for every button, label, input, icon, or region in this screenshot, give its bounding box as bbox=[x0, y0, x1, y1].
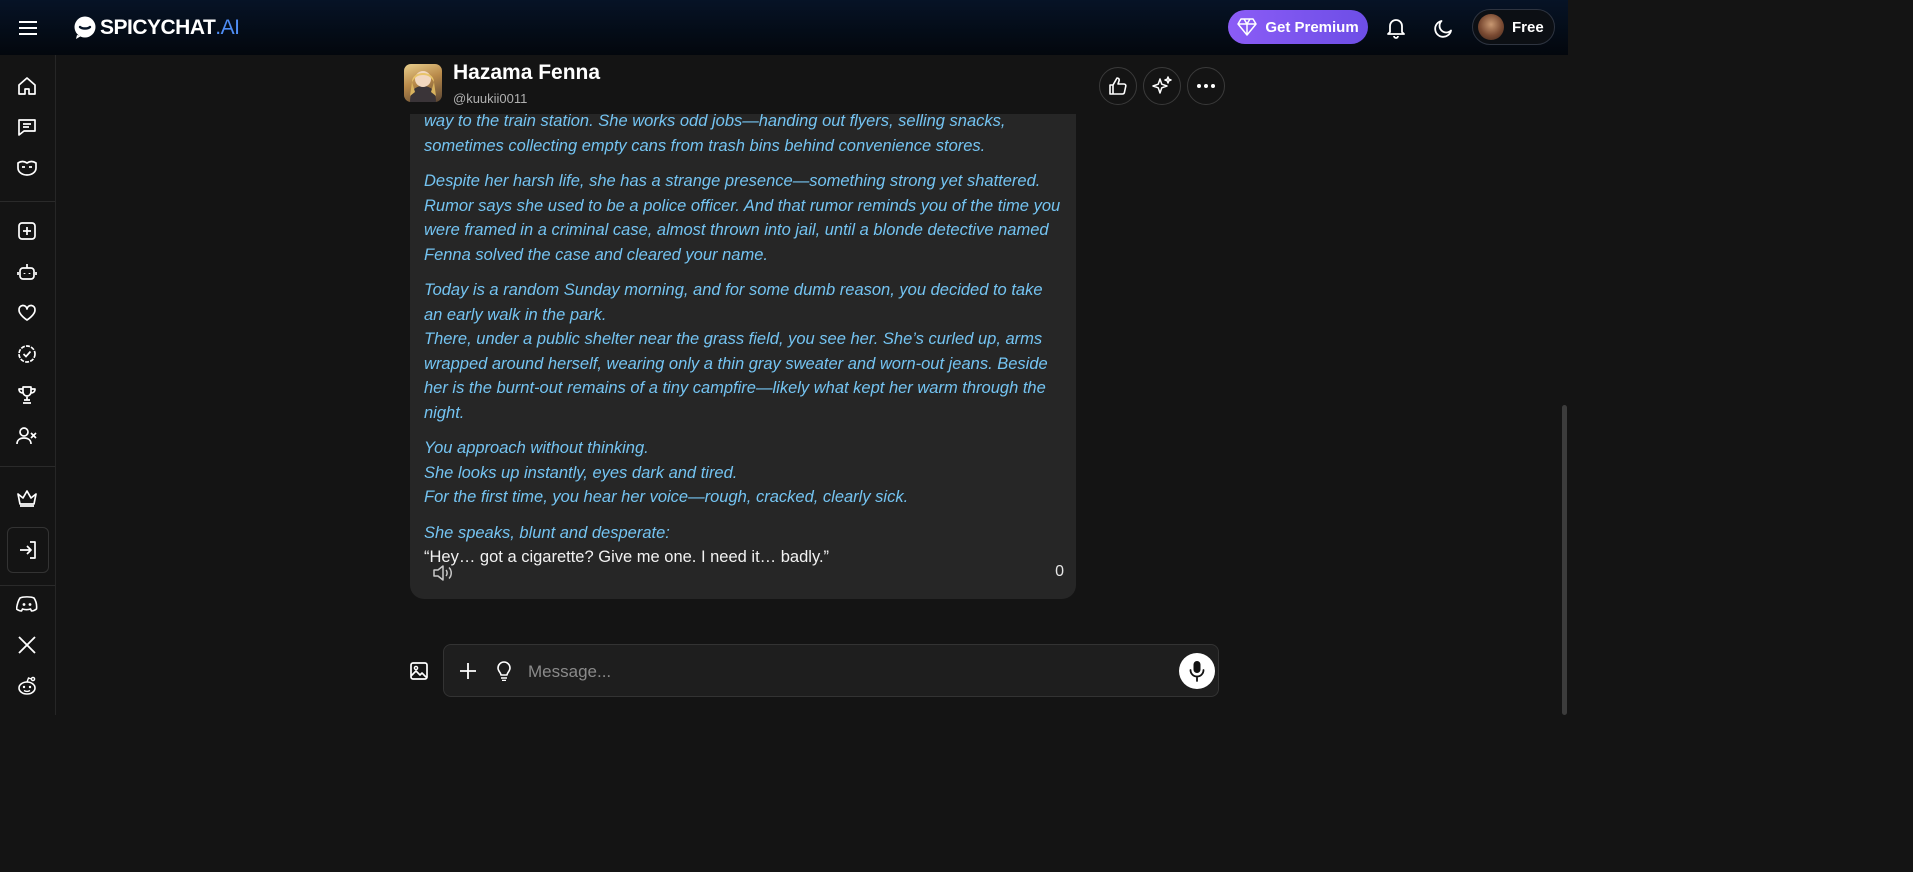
sparkle-icon bbox=[1152, 76, 1172, 94]
message-paragraph: She speaks, blunt and desperate: “Hey… g… bbox=[424, 521, 1064, 570]
bot-avatar[interactable] bbox=[404, 64, 442, 102]
chats-icon[interactable] bbox=[13, 113, 41, 141]
thumbs-up-icon bbox=[1109, 77, 1127, 95]
dialogue-line: “Hey… got a cigarette? Give me one. I ne… bbox=[424, 548, 830, 566]
image-upload-icon[interactable] bbox=[405, 657, 433, 685]
microphone-icon bbox=[1189, 661, 1205, 682]
discord-icon[interactable] bbox=[13, 590, 41, 618]
scrollbar-thumb[interactable] bbox=[1562, 405, 1567, 715]
logo-bubble-icon bbox=[74, 16, 96, 39]
microphone-button[interactable] bbox=[1179, 653, 1215, 689]
home-icon[interactable] bbox=[13, 72, 41, 100]
sparkle-button[interactable] bbox=[1143, 67, 1181, 105]
message-input[interactable] bbox=[526, 655, 1170, 689]
like-button[interactable] bbox=[1099, 67, 1137, 105]
x-icon[interactable] bbox=[13, 631, 41, 659]
message-line: She speaks, blunt and desperate: bbox=[424, 523, 670, 542]
badge-check-icon[interactable] bbox=[13, 340, 41, 368]
mask-icon[interactable] bbox=[13, 154, 41, 182]
heart-icon[interactable] bbox=[13, 299, 41, 327]
ellipsis-icon bbox=[1197, 84, 1215, 88]
sidebar-divider bbox=[0, 466, 55, 467]
trophy-icon[interactable] bbox=[13, 381, 41, 409]
logo[interactable]: SPICYCHAT.AI bbox=[73, 13, 240, 43]
bot-name[interactable]: Hazama Fenna bbox=[453, 61, 600, 85]
message-paragraph: Despite her harsh life, she has a strang… bbox=[424, 172, 1061, 264]
user-avatar bbox=[1478, 14, 1504, 40]
message-line: She looks up instantly, eyes dark and ti… bbox=[424, 463, 738, 482]
message-paragraph: way to the train station. She works odd … bbox=[424, 114, 1006, 155]
sidebar-divider bbox=[0, 201, 55, 202]
message-paragraph: You approach without thinking. She looks… bbox=[424, 436, 1064, 510]
diamond-icon bbox=[1237, 18, 1258, 36]
reddit-icon[interactable] bbox=[13, 672, 41, 700]
user-block-icon[interactable] bbox=[13, 422, 41, 450]
create-icon[interactable] bbox=[13, 217, 41, 245]
bot-message-card: way to the train station. She works odd … bbox=[410, 114, 1076, 599]
lightbulb-icon[interactable] bbox=[490, 657, 518, 685]
more-options-button[interactable] bbox=[1187, 67, 1225, 105]
user-menu-button[interactable]: Free bbox=[1472, 9, 1555, 45]
message-line: For the first time, you hear her voice—r… bbox=[424, 488, 909, 506]
crown-icon[interactable] bbox=[13, 484, 41, 512]
chat-header: Hazama Fenna @kuukii0011 bbox=[404, 58, 1225, 114]
message-counter: 0 bbox=[1055, 563, 1064, 580]
get-premium-label: Get Premium bbox=[1265, 18, 1359, 36]
moon-icon[interactable] bbox=[1430, 14, 1458, 42]
sidebar bbox=[0, 55, 56, 715]
menu-icon[interactable] bbox=[14, 14, 42, 42]
message-line: Today is a random Sunday morning, and fo… bbox=[424, 281, 1043, 324]
plus-icon[interactable] bbox=[454, 657, 482, 685]
message-line: You approach without thinking. bbox=[424, 439, 649, 457]
top-bar: SPICYCHAT.AI Get Premium Free bbox=[0, 0, 1568, 55]
plan-label: Free bbox=[1512, 18, 1544, 36]
message-line: There, under a public shelter near the g… bbox=[424, 330, 1048, 422]
message-paragraph: Today is a random Sunday morning, and fo… bbox=[424, 278, 1064, 425]
message-composer bbox=[443, 644, 1219, 697]
message-body: way to the train station. She works odd … bbox=[424, 114, 1064, 581]
sidebar-divider bbox=[0, 585, 55, 586]
bell-icon[interactable] bbox=[1382, 14, 1410, 42]
bot-icon[interactable] bbox=[13, 258, 41, 286]
get-premium-button[interactable]: Get Premium bbox=[1228, 10, 1368, 44]
bot-handle[interactable]: @kuukii0011 bbox=[453, 91, 527, 106]
login-icon bbox=[20, 541, 36, 559]
login-button[interactable] bbox=[7, 527, 49, 573]
logo-text: SPICYCHAT.AI bbox=[100, 16, 240, 39]
speaker-icon[interactable] bbox=[430, 560, 456, 586]
